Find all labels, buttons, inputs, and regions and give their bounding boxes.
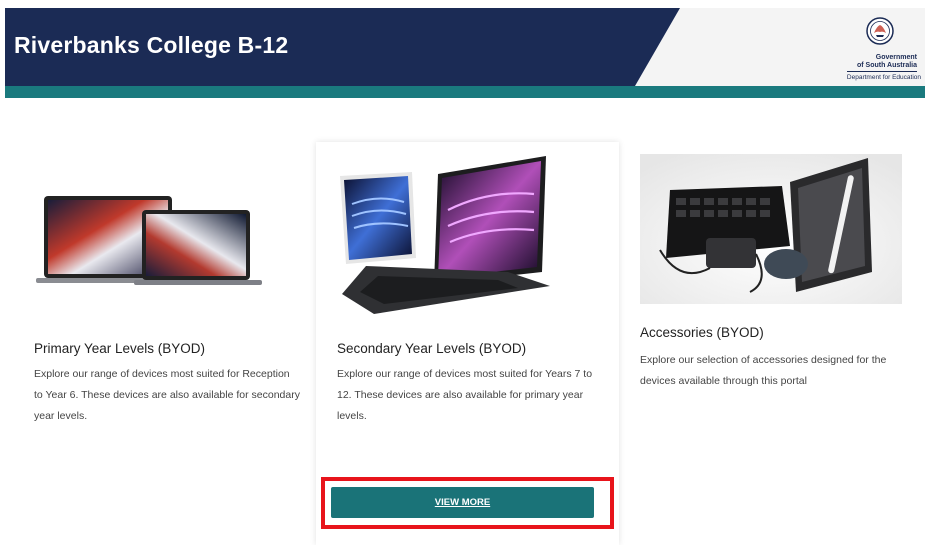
- card-title[interactable]: Secondary Year Levels (BYOD): [337, 341, 526, 356]
- laptops-image[interactable]: [34, 194, 266, 294]
- card-secondary[interactable]: Secondary Year Levels (BYOD) Explore our…: [316, 142, 619, 545]
- site-title[interactable]: Riverbanks College B-12: [14, 32, 288, 59]
- gov-logo-line2: of South Australia: [856, 62, 917, 69]
- view-more-button[interactable]: VIEW MORE: [331, 487, 594, 518]
- accessories-image[interactable]: [640, 154, 902, 304]
- card-description: Explore our range of devices most suited…: [337, 368, 593, 422]
- card-description: Explore our selection of accessories des…: [640, 354, 887, 387]
- gov-logo-divider: [847, 71, 917, 72]
- card-title[interactable]: Accessories (BYOD): [640, 325, 764, 340]
- header-accent-strip: [5, 86, 925, 98]
- card-description: Explore our range of devices most suited…: [34, 368, 300, 422]
- gov-logo-line1: Government: [875, 54, 917, 61]
- crest-icon: [866, 17, 894, 45]
- gov-logo-line3: Department for Education: [846, 74, 921, 81]
- government-logo: Government of South Australia Department…: [837, 14, 921, 84]
- card-title[interactable]: Primary Year Levels (BYOD): [34, 341, 205, 356]
- tablets-image[interactable]: [338, 154, 552, 316]
- site-header: Riverbanks College B-12 Government of So…: [5, 8, 925, 98]
